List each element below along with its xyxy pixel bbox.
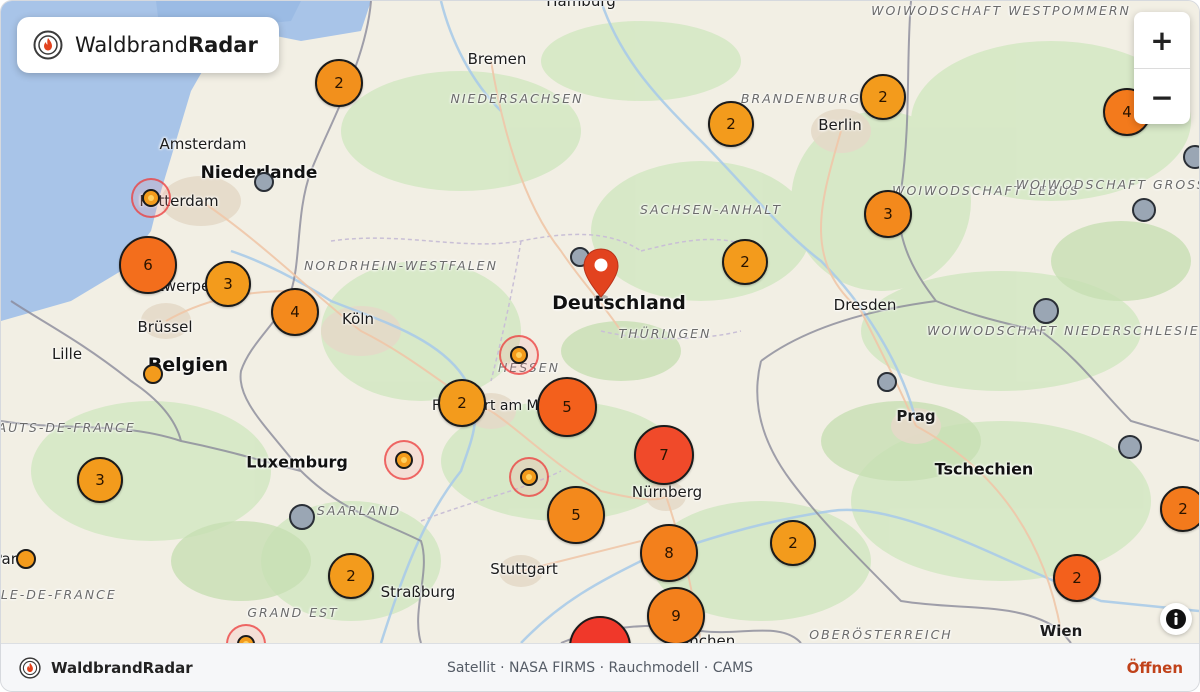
fire-cluster[interactable]: 3 bbox=[864, 190, 912, 238]
fire-cluster[interactable]: 2 bbox=[1160, 486, 1199, 532]
location-pin-icon[interactable] bbox=[581, 247, 621, 299]
map-widget: WOIWODSCHAFT WESTPOMMERN NIEDERSACHSEN N… bbox=[0, 0, 1200, 692]
active-fire-marker[interactable] bbox=[131, 178, 171, 218]
fire-cluster[interactable]: 3 bbox=[205, 261, 251, 307]
fire-cluster[interactable]: 2 bbox=[438, 379, 486, 427]
open-link[interactable]: Öffnen bbox=[1127, 659, 1183, 677]
fire-cluster[interactable]: 3 bbox=[77, 457, 123, 503]
fire-marker[interactable] bbox=[16, 549, 36, 569]
hotspot-marker[interactable] bbox=[289, 504, 315, 530]
fire-cluster[interactable]: 9 bbox=[647, 587, 705, 643]
logo-icon bbox=[33, 30, 63, 60]
zoom-control: + − bbox=[1134, 12, 1190, 124]
fire-marker[interactable] bbox=[143, 364, 163, 384]
zoom-out-button[interactable]: − bbox=[1134, 68, 1190, 124]
active-fire-marker[interactable] bbox=[509, 457, 549, 497]
fire-cluster[interactable]: 2 bbox=[315, 59, 363, 107]
info-button[interactable] bbox=[1160, 603, 1192, 635]
footer-logo-icon bbox=[19, 656, 41, 679]
fire-cluster[interactable]: 2 bbox=[328, 553, 374, 599]
fire-cluster[interactable]: 5 bbox=[547, 486, 605, 544]
info-icon bbox=[1166, 609, 1186, 629]
hotspot-marker[interactable] bbox=[1033, 298, 1059, 324]
fire-cluster[interactable]: 5 bbox=[537, 377, 597, 437]
brand-name: WaldbrandRadar bbox=[75, 33, 258, 57]
zoom-in-button[interactable]: + bbox=[1134, 12, 1190, 68]
footer-bar: WaldbrandRadar Satellit · NASA FIRMS · R… bbox=[1, 643, 1199, 691]
brand-card[interactable]: WaldbrandRadar bbox=[17, 17, 279, 73]
basemap bbox=[1, 1, 1199, 643]
footer-brand: WaldbrandRadar bbox=[51, 658, 193, 677]
fire-cluster[interactable]: 4 bbox=[271, 288, 319, 336]
fire-cluster[interactable]: 2 bbox=[708, 101, 754, 147]
fire-cluster[interactable]: 2 bbox=[1053, 554, 1101, 602]
hotspot-marker[interactable] bbox=[254, 172, 274, 192]
fire-cluster[interactable]: 2 bbox=[860, 74, 906, 120]
active-fire-marker[interactable] bbox=[384, 440, 424, 480]
fire-cluster[interactable]: 2 bbox=[770, 520, 816, 566]
hotspot-marker[interactable] bbox=[877, 372, 897, 392]
active-fire-marker[interactable] bbox=[499, 335, 539, 375]
hotspot-marker[interactable] bbox=[1118, 435, 1142, 459]
map-canvas[interactable]: WOIWODSCHAFT WESTPOMMERN NIEDERSACHSEN N… bbox=[1, 1, 1199, 643]
fire-cluster[interactable]: 8 bbox=[640, 524, 698, 582]
fire-cluster[interactable]: 2 bbox=[722, 239, 768, 285]
fire-cluster[interactable]: 6 bbox=[119, 236, 177, 294]
hotspot-marker[interactable] bbox=[1132, 198, 1156, 222]
fire-cluster[interactable]: 7 bbox=[634, 425, 694, 485]
